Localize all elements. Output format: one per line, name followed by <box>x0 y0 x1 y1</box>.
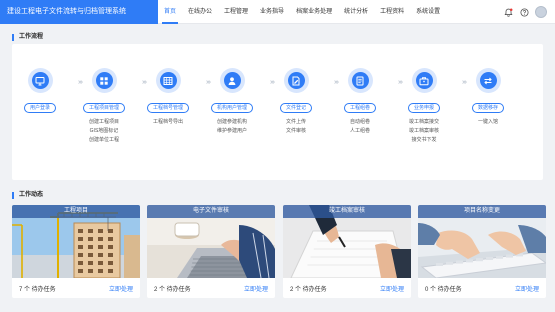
top-actions <box>503 0 547 24</box>
dynamics-card[interactable]: 电子文件审核 2 个 待办任务 立即处理 <box>147 205 275 298</box>
dynamics-card[interactable]: 工程项目 7 个 待办任务 立即处理 <box>12 205 140 298</box>
pending-task-count: 2 个 待办任务 <box>290 286 327 293</box>
notification-bell-icon[interactable] <box>503 7 513 17</box>
workflow-step: 文件登记文件上传文件审核 <box>261 44 331 135</box>
step-label-button[interactable]: 文件登记 <box>279 103 312 113</box>
step-sub-links: 创建参建机构 维护参建用户 <box>217 119 247 135</box>
app-title: 建设工程电子文件流转与归档管理系统 <box>0 0 158 24</box>
handle-now-link[interactable]: 立即处理 <box>109 284 133 293</box>
workflow-section-title: 工作流程 <box>12 34 43 41</box>
step-sub-link[interactable]: 创建工程项目 <box>89 119 119 126</box>
nav-item[interactable]: 首页 <box>158 0 182 24</box>
briefcase-icon <box>418 75 430 87</box>
document-list-icon <box>354 75 366 87</box>
workflow-step: 业务申报竣工档案接交 竣工档案审核 接交书下发 <box>389 44 459 144</box>
nav-item[interactable]: 业务指导 <box>254 0 290 24</box>
nav-item[interactable]: 系统设置 <box>410 0 446 24</box>
step-label-button[interactable]: 机构用户管理 <box>210 103 253 113</box>
workflow-step: 数据移存 一键入馆 <box>453 44 523 126</box>
step-label-button[interactable]: 数据移存 <box>471 103 504 113</box>
step-sub-link[interactable]: 维护参建用户 <box>217 128 247 135</box>
workflow-step: 机构用户管理 创建参建机构 维护参建用户 <box>197 44 267 135</box>
dynamics-section-title: 工作动态 <box>12 192 43 199</box>
step-sub-link[interactable]: 创建参建机构 <box>217 119 247 126</box>
step-sub-links: 竣工档案接交 竣工档案审核 接交书下发 <box>409 119 439 144</box>
card-footer: 2 个 待办任务 立即处理 <box>147 278 275 298</box>
step-sub-link[interactable]: GIS地图标记 <box>90 128 119 135</box>
step-sub-links: 创建工程项目 GIS地图标记 创建单位工程 <box>89 119 119 144</box>
step-icon-circle[interactable] <box>91 68 117 93</box>
step-sub-link[interactable]: 一键入馆 <box>478 119 498 126</box>
nav-item[interactable]: 档案业务处理 <box>290 0 338 24</box>
step-sub-link[interactable]: 接交书下发 <box>411 137 436 144</box>
workflow-step: 工程组卷自动组卷人工组卷 <box>325 44 395 135</box>
card-footer: 0 个 待办任务 立即处理 <box>418 278 546 298</box>
step-sub-link[interactable]: 文件审核 <box>286 128 306 135</box>
step-sub-link[interactable]: 文件上传 <box>286 119 306 126</box>
grid-icon <box>98 75 110 87</box>
step-icon-circle[interactable] <box>283 68 309 93</box>
step-sub-links: 文件上传 文件审核 <box>286 119 306 135</box>
step-icon-circle[interactable] <box>475 68 501 93</box>
card-title: 电子文件审核 <box>147 205 275 218</box>
nav-item[interactable]: 在线办公 <box>182 0 218 24</box>
step-sub-link[interactable]: 竣工档案审核 <box>409 128 439 135</box>
step-label-button[interactable]: 工程组卷 <box>343 103 376 113</box>
dynamics-card[interactable]: 竣工档案审核 2 个 待办任务 立即处理 <box>283 205 411 298</box>
table-icon <box>162 75 174 87</box>
document-edit-icon <box>290 75 302 87</box>
step-icon-circle[interactable] <box>347 68 373 93</box>
monitor-icon <box>34 75 46 87</box>
step-label-button[interactable]: 用户登录 <box>23 103 56 113</box>
step-label-button[interactable]: 工程档号管理 <box>146 103 189 113</box>
nav-item[interactable]: 工程资料 <box>374 0 410 24</box>
step-sub-link[interactable]: 人工组卷 <box>350 128 370 135</box>
workflow-step: 工程档号管理 工程档号导出 <box>133 44 203 126</box>
step-sub-link[interactable]: 竣工档案接交 <box>409 119 439 126</box>
step-sub-link[interactable]: 创建单位工程 <box>89 137 119 144</box>
dynamics-card[interactable]: 项目名称变更 0 个 待办任务 立即处理 <box>418 205 546 298</box>
step-sub-links: 自动组卷 人工组卷 <box>350 119 370 135</box>
workflow-step: 用户登录 <box>5 44 75 119</box>
handle-now-link[interactable]: 立即处理 <box>244 284 268 293</box>
card-title: 工程项目 <box>12 205 140 218</box>
handle-now-link[interactable]: 立即处理 <box>380 284 404 293</box>
step-sub-link[interactable]: 工程档号导出 <box>153 119 183 126</box>
user-icon <box>226 75 238 87</box>
pending-task-count: 7 个 待办任务 <box>19 286 56 293</box>
step-label-button[interactable]: 工程项目管理 <box>82 103 125 113</box>
card-footer: 7 个 待办任务 立即处理 <box>12 278 140 298</box>
user-avatar[interactable] <box>535 6 547 18</box>
card-title: 项目名称变更 <box>418 205 546 218</box>
card-footer: 2 个 待办任务 立即处理 <box>283 278 411 298</box>
top-navbar: 建设工程电子文件流转与归档管理系统 首页 在线办公 工程管理 业务指导 档案业务处理 统计… <box>0 0 555 24</box>
step-icon-circle[interactable] <box>411 68 437 93</box>
step-sub-links: 一键入馆 <box>478 119 498 126</box>
nav-item[interactable]: 工程管理 <box>218 0 254 24</box>
workflow-step: 工程项目管理 创建工程项目 GIS地图标记 创建单位工程 <box>69 44 139 144</box>
pending-task-count: 2 个 待办任务 <box>154 286 191 293</box>
pending-task-count: 0 个 待办任务 <box>425 286 462 293</box>
step-sub-link[interactable]: 自动组卷 <box>350 119 370 126</box>
step-label-button[interactable]: 业务申报 <box>407 103 440 113</box>
step-sub-links: 工程档号导出 <box>153 119 183 126</box>
card-title: 竣工档案审核 <box>283 205 411 218</box>
transfer-icon <box>482 75 494 87</box>
workflow-panel: 用户登录 ››› 工程项目管理 创建工程项目 GIS地图标记 创建单位工程 ››› 工程档号管… <box>12 44 543 180</box>
step-icon-circle[interactable] <box>219 68 245 93</box>
nav-item[interactable]: 统计分析 <box>338 0 374 24</box>
step-icon-circle[interactable] <box>27 68 53 93</box>
step-icon-circle[interactable] <box>155 68 181 93</box>
handle-now-link[interactable]: 立即处理 <box>515 284 539 293</box>
main-nav: 首页 在线办公 工程管理 业务指导 档案业务处理 统计分析 工程资料 系统设置 <box>158 0 446 24</box>
help-icon[interactable] <box>519 7 529 17</box>
